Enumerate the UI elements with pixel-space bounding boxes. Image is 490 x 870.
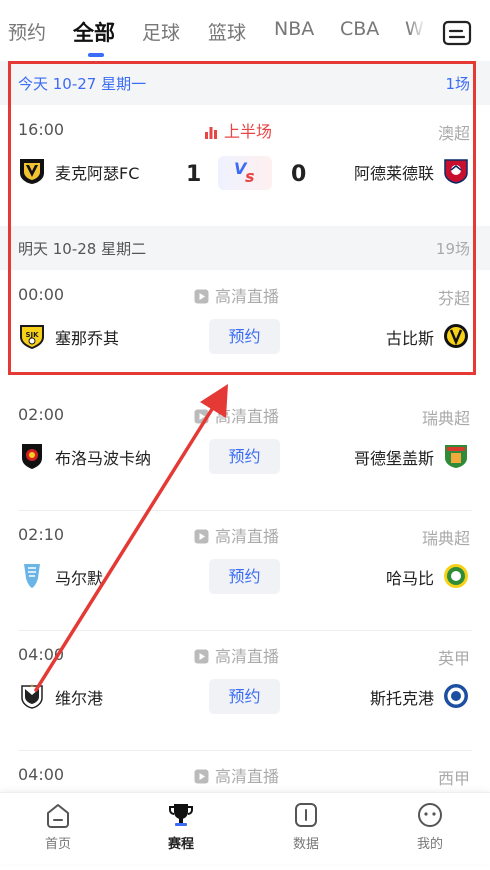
match-row[interactable]: 02:10 高清直播 瑞典超 马尔默 预约 哈马比 xyxy=(0,510,490,630)
team-name-away: 阿德莱德联 xyxy=(353,164,434,183)
trophy-icon xyxy=(169,804,193,826)
league-name: 澳超 xyxy=(437,124,470,143)
team-name-home: 麦克阿瑟FC xyxy=(55,164,140,183)
active-tab-indicator xyxy=(88,53,104,57)
reserve-button[interactable]: 预约 xyxy=(209,439,280,474)
menu-icon xyxy=(442,20,472,46)
match-status: 上半场 xyxy=(204,118,272,143)
league-name: 英甲 xyxy=(437,649,470,668)
live-bars-icon xyxy=(204,124,218,143)
match-status-label: 高清直播 xyxy=(215,527,280,546)
smiley-icon xyxy=(418,803,442,827)
team-name-away: 斯托克港 xyxy=(369,689,434,708)
match-time: 02:00 xyxy=(18,405,65,424)
match-status: 高清直播 xyxy=(194,403,279,428)
nav-schedule[interactable]: 赛程 xyxy=(120,793,242,864)
tab-all[interactable]: 全部 xyxy=(73,17,115,47)
league-name: 瑞典超 xyxy=(421,529,470,548)
match-time: 04:00 xyxy=(18,645,65,664)
tab-football[interactable]: 足球 xyxy=(142,18,180,45)
day-header-count: 1场 xyxy=(445,75,470,93)
match-row[interactable]: 16:00 上半场 澳超 麦克阿瑟FC 1 V s 0 阿德莱德联 xyxy=(0,105,490,225)
team-name-away: 哈马比 xyxy=(385,569,434,588)
league-name: 芬超 xyxy=(437,289,470,308)
tab-reserved[interactable]: 预约 xyxy=(8,18,46,45)
match-row[interactable]: 04:00 高清直播 英甲 维尔港 预约 斯托克港 xyxy=(0,630,490,750)
team-logo-away xyxy=(442,442,470,470)
reserve-button[interactable]: 预约 xyxy=(209,559,280,594)
match-row[interactable]: 02:00 高清直播 瑞典超 布洛马波卡纳 预约 哥德堡盖斯 xyxy=(0,390,490,510)
nav-label: 数据 xyxy=(292,837,319,852)
bottom-navigation: 首页 赛程 数据 我的 xyxy=(0,792,490,864)
vs-badge: V s xyxy=(218,156,272,190)
nav-profile[interactable]: 我的 xyxy=(369,793,490,864)
league-name: 西甲 xyxy=(437,769,470,788)
category-menu-button[interactable] xyxy=(424,8,490,56)
team-logo-home xyxy=(18,682,46,710)
match-status-label: 高清直播 xyxy=(215,767,280,786)
score-away: 0 xyxy=(291,162,307,187)
match-time: 16:00 xyxy=(18,120,65,139)
team-name-home: 维尔港 xyxy=(55,689,104,708)
video-play-icon xyxy=(194,649,209,668)
team-logo-away xyxy=(442,682,470,710)
nav-data[interactable]: 数据 xyxy=(245,793,367,864)
video-play-icon xyxy=(194,529,209,548)
category-tabs: 预约 全部 足球 篮球 NBA CBA W xyxy=(0,0,490,62)
team-logo-home xyxy=(18,442,46,470)
day-header-count: 19场 xyxy=(435,240,470,258)
day-header-label: 明天 10-28 星期二 xyxy=(18,240,147,258)
team-name-away: 哥德堡盖斯 xyxy=(353,449,434,468)
team-logo-away xyxy=(442,157,470,185)
match-time: 02:10 xyxy=(18,525,65,544)
video-play-icon xyxy=(194,409,209,428)
video-play-icon xyxy=(194,289,209,308)
score-home: 1 xyxy=(186,162,202,187)
match-row[interactable]: 00:00 高清直播 芬超 SJK 塞那乔其 预约 古比斯 xyxy=(0,270,490,390)
day-header-today: 今天 10-27 星期一 1场 xyxy=(0,61,490,105)
match-time: 00:00 xyxy=(18,285,65,304)
reserve-button[interactable]: 预约 xyxy=(209,679,280,714)
match-status-label: 上半场 xyxy=(224,122,273,141)
team-name-home: 布洛马波卡纳 xyxy=(55,449,152,468)
nav-label: 我的 xyxy=(416,837,443,852)
team-logo-away xyxy=(442,322,470,350)
data-icon xyxy=(295,803,317,827)
team-name-home: 塞那乔其 xyxy=(55,329,120,348)
reserve-button[interactable]: 预约 xyxy=(209,319,280,354)
home-icon xyxy=(47,804,69,828)
team-logo-home: SJK xyxy=(18,322,46,350)
tab-nba[interactable]: NBA xyxy=(274,18,314,40)
match-status: 高清直播 xyxy=(194,763,279,788)
day-header-label: 今天 10-27 星期一 xyxy=(18,75,147,93)
tab-cba[interactable]: CBA xyxy=(340,18,379,40)
nav-label: 首页 xyxy=(44,837,71,852)
match-status: 高清直播 xyxy=(194,643,279,668)
team-name-home: 马尔默 xyxy=(55,569,104,588)
day-header-tomorrow: 明天 10-28 星期二 19场 xyxy=(0,226,490,270)
team-name-away: 古比斯 xyxy=(385,329,434,348)
match-status: 高清直播 xyxy=(194,283,279,308)
tab-basketball[interactable]: 篮球 xyxy=(208,18,246,45)
match-status-label: 高清直播 xyxy=(215,407,280,426)
league-name: 瑞典超 xyxy=(421,409,470,428)
match-status-label: 高清直播 xyxy=(215,287,280,306)
nav-home[interactable]: 首页 xyxy=(0,793,119,864)
team-logo-away xyxy=(442,562,470,590)
match-time: 04:00 xyxy=(18,765,65,784)
match-status-label: 高清直播 xyxy=(215,647,280,666)
vs-letter-s: s xyxy=(245,167,255,186)
tab-truncated[interactable]: W xyxy=(405,18,424,40)
team-logo-home xyxy=(18,157,46,185)
video-play-icon xyxy=(194,769,209,788)
match-status: 高清直播 xyxy=(194,523,279,548)
team-logo-home xyxy=(18,562,46,590)
nav-label: 赛程 xyxy=(167,837,194,852)
